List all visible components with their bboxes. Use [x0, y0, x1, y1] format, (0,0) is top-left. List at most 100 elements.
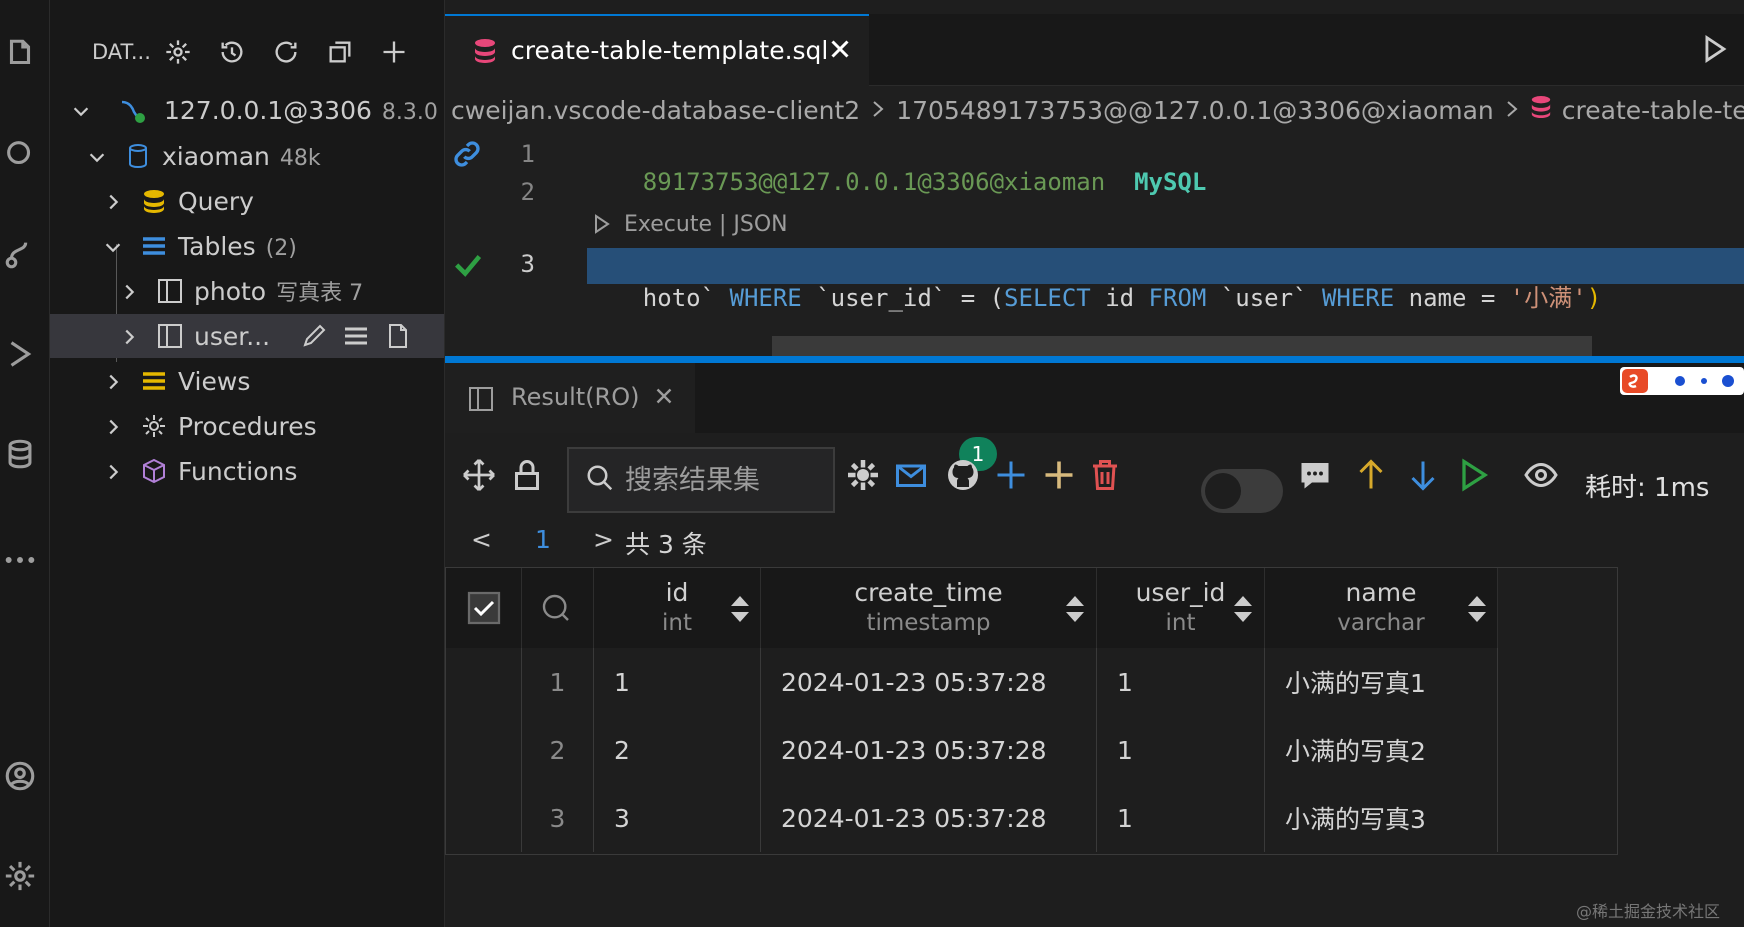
collapse-all-icon[interactable] [322, 34, 358, 70]
breadcrumb-item-extension[interactable]: cweijan.vscode-database-client2 [451, 96, 860, 125]
current-page[interactable]: 1 [535, 525, 551, 554]
panel-tab-bar: Result(RO) [445, 363, 1744, 433]
comment-icon[interactable] [1295, 455, 1335, 495]
close-icon[interactable] [651, 383, 677, 413]
result-search-input[interactable] [625, 461, 825, 499]
search-icon [585, 463, 615, 497]
tab-create-table-template[interactable]: create-table-template.sql [445, 14, 869, 86]
table-row[interactable]: 3 3 2024-01-23 05:37:28 1 小满的写真3 [446, 784, 1498, 852]
tree-item-database[interactable]: xiaoman 48k [50, 134, 444, 178]
db-type-label: MySQL [1134, 168, 1207, 196]
codelens-execute-json[interactable]: Execute | JSON [624, 212, 788, 237]
result-search-box[interactable] [567, 447, 835, 513]
run-debug-icon[interactable] [0, 334, 40, 374]
cell-user-id[interactable]: 1 [1097, 784, 1265, 852]
cell-create-time[interactable]: 2024-01-23 05:37:28 [761, 648, 1097, 716]
lock-icon[interactable] [507, 455, 547, 495]
connection-comment: 89173753@@127.0.0.1@3306@xiaoman [642, 168, 1106, 196]
sidebar-header: DAT... [50, 28, 445, 74]
database-size: 48k [279, 145, 321, 171]
run-play-icon[interactable] [1453, 455, 1493, 495]
delete-trash-icon[interactable] [1085, 455, 1125, 495]
toggle-switch[interactable] [1201, 469, 1283, 513]
tree-item-table-user[interactable]: user... [50, 314, 444, 358]
tree-item-table-photo[interactable]: photo 写真表 7 [50, 269, 444, 313]
chevron-right-icon [102, 190, 124, 212]
table-icon [467, 385, 495, 417]
explorer-icon[interactable] [0, 34, 40, 74]
codelens[interactable]: Execute | JSON [590, 211, 788, 237]
tree-item-functions[interactable]: Functions [50, 449, 444, 493]
row-index: 1 [522, 648, 594, 716]
sort-arrows-icon[interactable] [1465, 594, 1489, 624]
sort-arrows-icon[interactable] [1063, 594, 1087, 624]
prev-page-button[interactable]: < [471, 525, 492, 554]
filter-header [522, 568, 594, 648]
link-icon[interactable] [451, 138, 483, 174]
column-header-user-id[interactable]: user_id int [1097, 568, 1265, 648]
checkbox-checked-icon[interactable] [466, 590, 502, 630]
cell-create-time[interactable]: 2024-01-23 05:37:28 [761, 784, 1097, 852]
move-arrows-icon[interactable] [459, 455, 499, 495]
breadcrumb-item-file[interactable]: create-table-templat [1562, 96, 1744, 125]
query-stack-icon [140, 187, 168, 215]
cell-name[interactable]: 小满的写真2 [1265, 716, 1498, 784]
source-control-icon[interactable] [0, 234, 40, 274]
tree-item-connection[interactable]: 127.0.0.1@3306 8.3.0 [50, 88, 444, 132]
sql-editor[interactable]: 1 2 3 89173753@@127.0.0.1@3306@xiaoman M… [445, 134, 1744, 356]
tab-result[interactable]: Result(RO) [445, 363, 695, 433]
list-icon[interactable] [342, 322, 370, 350]
add-connection-icon[interactable] [376, 34, 412, 70]
manage-gear-icon[interactable] [0, 856, 40, 896]
table-user-label: user... [194, 321, 271, 351]
horizontal-scrollbar[interactable] [772, 336, 1592, 356]
more-icon[interactable] [0, 540, 40, 580]
views-list-icon [140, 367, 168, 395]
tree-item-query[interactable]: Query [50, 179, 444, 223]
cell-user-id[interactable]: 1 [1097, 648, 1265, 716]
next-page-button[interactable]: > [593, 525, 614, 554]
tree-item-views[interactable]: Views [50, 359, 444, 403]
column-header-create-time[interactable]: create_time timestamp [761, 568, 1097, 648]
history-icon[interactable] [214, 34, 250, 70]
arrow-up-icon[interactable] [1351, 455, 1391, 495]
github-icon[interactable] [943, 455, 983, 495]
account-icon[interactable] [0, 756, 40, 796]
cell-user-id[interactable]: 1 [1097, 716, 1265, 784]
cell-id[interactable]: 3 [594, 784, 761, 852]
search-icon[interactable] [540, 592, 572, 628]
refresh-icon[interactable] [268, 34, 304, 70]
connection-label: 127.0.0.1@3306 [164, 95, 372, 125]
table-row[interactable]: 2 2 2024-01-23 05:37:28 1 小满的写真2 [446, 716, 1498, 784]
table-photo-label: photo [194, 277, 267, 306]
settings-gear-icon[interactable] [843, 455, 883, 495]
cell-create-time[interactable]: 2024-01-23 05:37:28 [761, 716, 1097, 784]
file-icon[interactable] [384, 322, 412, 350]
run-query-play-icon[interactable] [1697, 32, 1731, 66]
settings-gear-icon[interactable] [160, 34, 196, 70]
cell-id[interactable]: 1 [594, 648, 761, 716]
search-icon[interactable] [0, 134, 40, 174]
panel-top-border [445, 356, 1744, 363]
tree-item-procedures[interactable]: Procedures [50, 404, 444, 448]
tab-label: create-table-template.sql [511, 36, 829, 65]
close-icon[interactable] [825, 34, 855, 64]
sort-arrows-icon[interactable] [728, 594, 752, 624]
sort-arrows-icon[interactable] [1231, 594, 1255, 624]
cell-name[interactable]: 小满的写真3 [1265, 784, 1498, 852]
add-row-icon[interactable] [1039, 455, 1079, 495]
eye-icon[interactable] [1521, 455, 1561, 495]
string-literal: '小满' [1509, 284, 1587, 312]
mail-icon[interactable] [891, 455, 931, 495]
edit-pencil-icon[interactable] [300, 322, 328, 350]
table-row[interactable]: 1 1 2024-01-23 05:37:28 1 小满的写真1 [446, 648, 1498, 716]
column-header-id[interactable]: id int [594, 568, 761, 648]
breadcrumb-item-connection[interactable]: 1705489173753@@127.0.0.1@3306@xiaoman [896, 96, 1494, 125]
tree-item-tables[interactable]: Tables (2) [50, 224, 444, 268]
cell-id[interactable]: 2 [594, 716, 761, 784]
column-header-name[interactable]: name varchar [1265, 568, 1498, 648]
database-icon[interactable] [0, 434, 40, 474]
add-blue-icon[interactable] [991, 455, 1031, 495]
cell-name[interactable]: 小满的写真1 [1265, 648, 1498, 716]
arrow-down-icon[interactable] [1403, 455, 1443, 495]
